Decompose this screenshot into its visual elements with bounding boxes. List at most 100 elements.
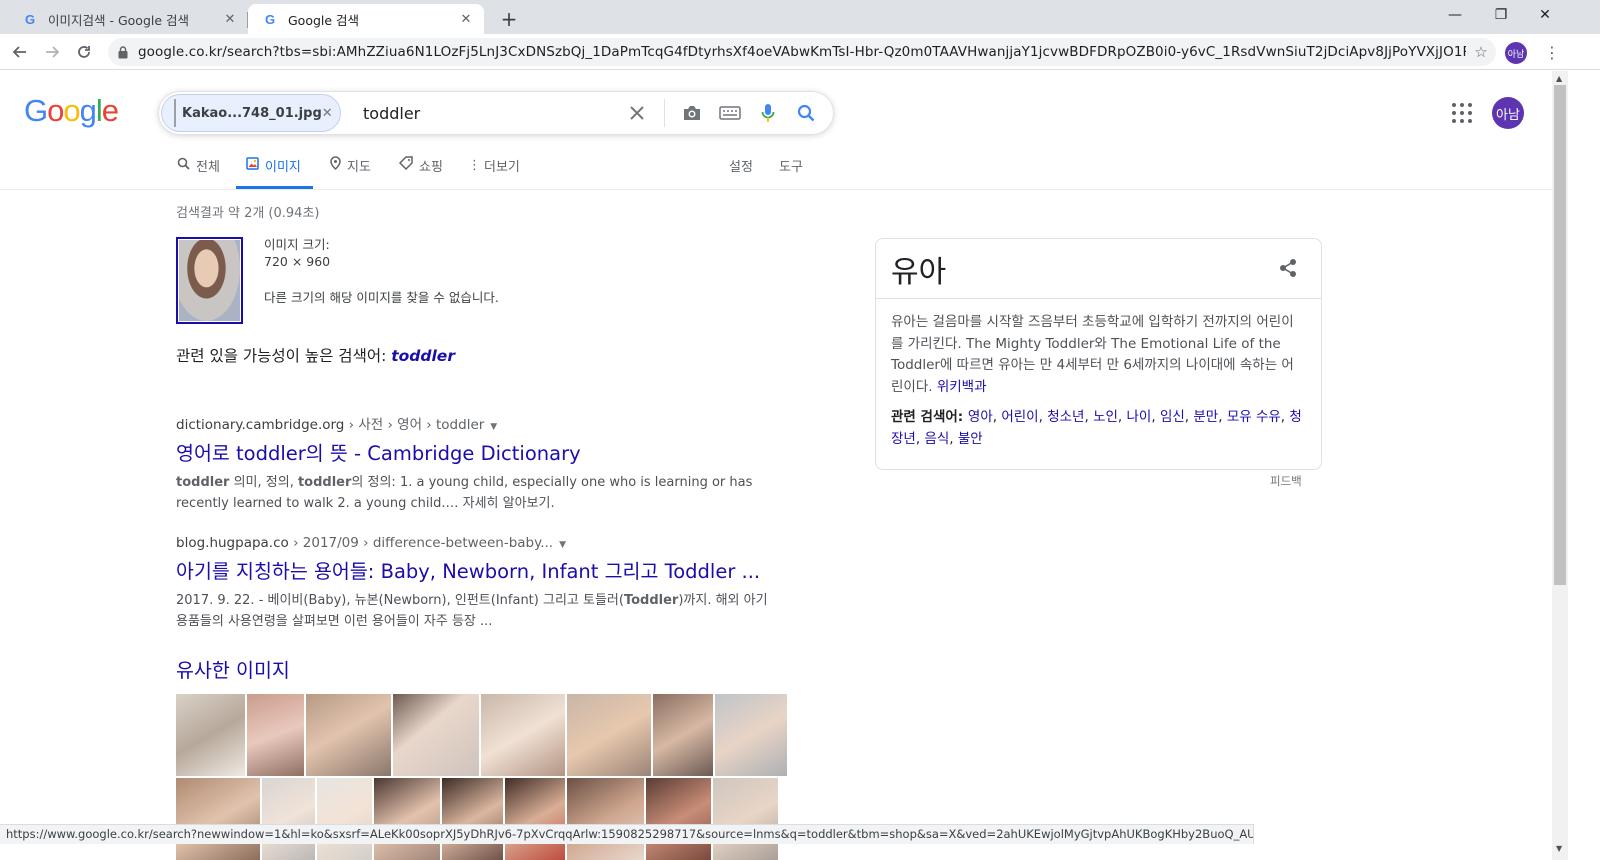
search-result: blog.hugpapa.co › 2017/09 › difference-b…: [176, 535, 776, 632]
remove-image-icon[interactable]: ✕: [322, 106, 333, 121]
status-bar-url: https://www.google.co.kr/search?newwindo…: [0, 824, 1254, 844]
related-search-link[interactable]: 임신: [1160, 409, 1185, 425]
browser-profile-avatar[interactable]: 아남: [1505, 42, 1527, 64]
related-search-link[interactable]: 분만: [1193, 409, 1218, 425]
chevron-down-icon[interactable]: ▼: [490, 422, 497, 432]
result-title-link[interactable]: 아기를 지칭하는 용어들: Baby, Newborn, Infant 그리고 …: [176, 555, 776, 584]
wikipedia-link[interactable]: 위키백과: [937, 379, 987, 395]
lock-icon[interactable]: [108, 45, 138, 59]
related-search-link[interactable]: 노인: [1093, 409, 1118, 425]
similar-image[interactable]: [646, 778, 711, 860]
tab-more[interactable]: ⋮ 더보기: [468, 141, 520, 189]
restore-button[interactable]: ❐: [1478, 0, 1524, 30]
similar-image[interactable]: [393, 694, 479, 776]
scrollbar-thumb[interactable]: [1554, 85, 1566, 585]
similar-images-row: [176, 778, 778, 860]
related-search-link[interactable]: 음식: [924, 431, 949, 447]
similar-image[interactable]: [176, 694, 245, 776]
google-logo[interactable]: Google: [24, 93, 119, 129]
search-submit-icon[interactable]: [787, 94, 825, 132]
more-vert-icon: ⋮: [468, 157, 481, 173]
camera-icon[interactable]: [673, 94, 711, 132]
browser-tab-google-search[interactable]: G Google 검색 ✕: [248, 4, 484, 34]
similar-image[interactable]: [715, 694, 787, 776]
result-title-link[interactable]: 영어로 toddler의 뜻 - Cambridge Dictionary: [176, 437, 776, 466]
result-breadcrumb[interactable]: blog.hugpapa.co › 2017/09 › difference-b…: [176, 535, 776, 551]
tab-images[interactable]: 이미지: [236, 141, 313, 189]
image-size-value: 720 × 960: [264, 254, 331, 269]
search-input[interactable]: toddler: [363, 104, 618, 123]
back-button[interactable]: [6, 38, 34, 66]
result-path: › 사전 › 영어 › toddler: [344, 417, 485, 433]
result-domain: dictionary.cambridge.org: [176, 417, 345, 433]
knowledge-panel-title: 유아: [891, 255, 947, 290]
divider: [876, 298, 1321, 299]
similar-image[interactable]: [481, 694, 565, 776]
close-window-button[interactable]: ✕: [1522, 0, 1568, 30]
settings-link[interactable]: 설정: [729, 141, 753, 189]
address-bar[interactable]: google.co.kr/search?tbs=sbi:AMhZZiua6N1L…: [108, 38, 1496, 66]
result-stats: 검색결과 약 2개 (0.94초): [176, 206, 320, 221]
address-url[interactable]: google.co.kr/search?tbs=sbi:AMhZZiua6N1L…: [138, 44, 1466, 60]
related-search-link[interactable]: 청소년: [1047, 409, 1084, 425]
similar-image[interactable]: [505, 778, 565, 860]
bookmark-star-icon[interactable]: ☆: [1466, 43, 1496, 61]
similar-image[interactable]: [306, 694, 391, 776]
related-search-link[interactable]: 불안: [958, 431, 983, 447]
similar-image[interactable]: [713, 778, 778, 860]
image-info: 이미지 크기: 720 × 960 다른 크기의 해당 이미지를 찾을 수 없습…: [264, 236, 499, 306]
tools-link[interactable]: 도구: [779, 141, 803, 189]
tab-maps[interactable]: 지도: [330, 141, 371, 189]
new-tab-button[interactable]: +: [496, 6, 522, 32]
related-search-link[interactable]: 영아: [968, 409, 993, 425]
related-searches: 관련 검색어: 영아, 어린이, 청소년, 노인, 나이, 임신, 분만, 모유…: [891, 409, 1302, 447]
account-avatar[interactable]: 아남: [1492, 97, 1524, 129]
similar-image[interactable]: [567, 778, 644, 860]
keyboard-icon[interactable]: [711, 94, 749, 132]
back-arrow-icon: [12, 46, 26, 58]
related-search-link[interactable]: 모유 수유: [1227, 409, 1281, 425]
similar-image[interactable]: [262, 778, 315, 860]
tab-all[interactable]: 전체: [177, 141, 220, 189]
similar-image[interactable]: [442, 778, 503, 860]
similar-images-heading[interactable]: 유사한 이미지: [176, 654, 290, 683]
clear-search-icon[interactable]: [618, 94, 656, 132]
best-guess-label: 관련 있을 가능성이 높은 검색어:: [176, 347, 392, 365]
similar-image[interactable]: [653, 694, 713, 776]
browser-menu-icon[interactable]: ⋮: [1540, 40, 1564, 64]
similar-image[interactable]: [317, 778, 372, 860]
similar-image[interactable]: [176, 778, 260, 860]
other-sizes-not-found: 다른 크기의 해당 이미지를 찾을 수 없습니다.: [264, 290, 499, 305]
best-guess-link[interactable]: toddler: [391, 347, 455, 365]
tab-close-icon[interactable]: ✕: [458, 11, 474, 27]
search-icon: [177, 157, 190, 174]
similar-image[interactable]: [374, 778, 440, 860]
knowledge-panel: 유아 유아는 걸음마를 시작할 즈음부터 초등학교에 입학하기 전까지의 어린이…: [875, 238, 1322, 470]
search-image-chip[interactable]: Kakao...748_01.jpg ✕: [161, 94, 341, 132]
image-icon: [246, 156, 259, 174]
minimize-button[interactable]: —: [1432, 0, 1478, 30]
share-icon[interactable]: [1277, 257, 1299, 279]
related-search-link[interactable]: 어린이: [1001, 409, 1038, 425]
forward-button[interactable]: [38, 38, 66, 66]
scroll-down-icon[interactable]: ▼: [1556, 844, 1564, 853]
tab-close-icon[interactable]: ✕: [222, 11, 238, 27]
microphone-icon[interactable]: [749, 94, 787, 132]
query-image-thumbnail[interactable]: [176, 237, 243, 324]
chevron-down-icon[interactable]: ▼: [559, 540, 566, 550]
search-box: Kakao...748_01.jpg ✕ toddler: [158, 91, 834, 135]
tab-shopping[interactable]: 쇼핑: [398, 141, 443, 189]
page-scrollbar[interactable]: ▲ ▼: [1552, 71, 1568, 860]
similar-image[interactable]: [567, 694, 651, 776]
reload-button[interactable]: [70, 38, 98, 66]
browser-tab-image-search[interactable]: G 이미지검색 - Google 검색 ✕: [8, 4, 248, 34]
result-breadcrumb[interactable]: dictionary.cambridge.org › 사전 › 영어 › tod…: [176, 413, 776, 433]
tab-label: 이미지: [265, 159, 301, 175]
related-search-link[interactable]: 나이: [1127, 409, 1152, 425]
feedback-link[interactable]: 피드백: [1270, 473, 1302, 489]
search-nav-tabs: 전체 이미지 지도 쇼핑 ⋮ 더보기 설정 도구: [0, 141, 1552, 190]
similar-image[interactable]: [247, 694, 304, 776]
google-apps-icon[interactable]: [1450, 101, 1474, 125]
scroll-up-icon[interactable]: ▲: [1556, 74, 1564, 83]
tab-title: Google 검색: [288, 12, 360, 28]
